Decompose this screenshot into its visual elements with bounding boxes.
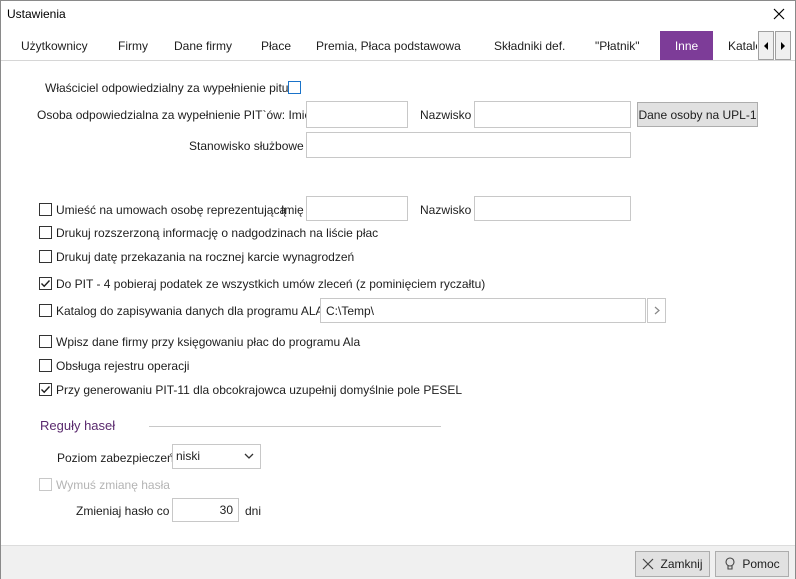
- rep-surname-input[interactable]: [474, 196, 631, 221]
- tab-companies[interactable]: Firmy: [118, 31, 158, 61]
- close-button[interactable]: Zamknij: [635, 551, 710, 577]
- change-password-every-label: Zmieniaj hasło co: [76, 504, 170, 518]
- lightbulb-icon: [725, 557, 735, 570]
- ala-directory-browse-button[interactable]: [647, 298, 666, 323]
- responsible-person-label: Osoba odpowiedzialna za wypełnienie PIT`…: [37, 108, 312, 122]
- tab-scroll-right-button[interactable]: [775, 31, 791, 60]
- help-button[interactable]: Pomoc: [715, 551, 789, 577]
- tab-bar: Użytkownicy Firmy Dane firmy Płace Premi…: [1, 31, 795, 61]
- operations-register-label[interactable]: Obsługa rejestru operacji: [56, 359, 189, 373]
- window-title: Ustawienia: [7, 7, 66, 21]
- pit4-checkbox[interactable]: [39, 277, 52, 290]
- days-label: dni: [245, 504, 262, 518]
- position-input[interactable]: [306, 132, 631, 158]
- tab-company-data[interactable]: Dane firmy: [174, 31, 240, 61]
- title-bar: Ustawienia: [1, 1, 795, 27]
- responsible-first-name-input[interactable]: [306, 101, 408, 128]
- ala-directory-label[interactable]: Katalog do zapisywania danych dla progra…: [56, 304, 327, 318]
- change-password-days-input[interactable]: [172, 498, 239, 522]
- representative-label[interactable]: Umieść na umowach osobę reprezentującą: [56, 203, 286, 217]
- owner-responsible-checkbox[interactable]: [288, 81, 301, 94]
- close-button-label: Zamknij: [660, 557, 703, 571]
- tab-defined-components[interactable]: Składniki def.: [494, 31, 574, 61]
- tab-other[interactable]: Inne: [660, 31, 713, 60]
- pit4-label[interactable]: Do PIT - 4 pobieraj podatek ze wszystkic…: [56, 277, 485, 291]
- arrow-left-icon: [764, 41, 768, 50]
- arrow-right-icon: [781, 41, 785, 50]
- tab-catalogs[interactable]: Katalo: [728, 31, 757, 61]
- chevron-down-icon: [244, 453, 254, 459]
- security-level-value: niski: [176, 449, 201, 463]
- checkmark-icon: [41, 386, 51, 394]
- overtime-checkbox[interactable]: [39, 226, 52, 239]
- tab-payroll[interactable]: Płace: [261, 31, 297, 61]
- upl1-person-data-button[interactable]: Dane osoby na UPL-1: [637, 102, 758, 127]
- checkmark-icon: [41, 280, 51, 288]
- position-label: Stanowisko służbowe: [189, 139, 304, 153]
- ala-company-data-label[interactable]: Wpisz dane firmy przy księgowaniu płac d…: [56, 335, 360, 349]
- help-button-label: Pomoc: [742, 557, 780, 571]
- handover-date-checkbox[interactable]: [39, 250, 52, 263]
- tab-bonus-base-pay[interactable]: Premia, Płaca podstawowa: [316, 31, 466, 61]
- representative-checkbox[interactable]: [39, 203, 52, 216]
- password-rules-divider: [149, 426, 441, 427]
- force-password-change-checkbox[interactable]: [39, 478, 52, 491]
- rep-first-name-input[interactable]: [306, 196, 408, 221]
- operations-register-checkbox[interactable]: [39, 359, 52, 372]
- force-password-change-label: Wymuś zmianę hasła: [56, 478, 170, 492]
- rep-first-name-label: Imię: [281, 203, 304, 217]
- responsible-surname-label: Nazwisko: [420, 108, 472, 122]
- rep-surname-label: Nazwisko: [420, 203, 472, 217]
- handover-date-label[interactable]: Drukuj datę przekazania na rocznej karci…: [56, 250, 354, 264]
- responsible-surname-input[interactable]: [474, 101, 631, 128]
- pit11-pesel-label[interactable]: Przy generowaniu PIT-11 dla obcokrajowca…: [56, 383, 462, 397]
- close-x-icon: [643, 558, 654, 570]
- ala-directory-checkbox[interactable]: [39, 304, 52, 317]
- close-icon: [773, 8, 785, 20]
- security-level-select[interactable]: niski: [172, 444, 261, 469]
- pit11-pesel-checkbox[interactable]: [39, 383, 52, 396]
- ala-company-data-checkbox[interactable]: [39, 335, 52, 348]
- settings-window: Ustawienia Użytkownicy Firmy Dane firmy …: [0, 0, 796, 579]
- window-close-button[interactable]: [769, 4, 789, 24]
- tab-scroll-left-button[interactable]: [758, 31, 774, 60]
- password-rules-title: Reguły haseł: [40, 418, 116, 433]
- ala-directory-input[interactable]: [320, 298, 646, 323]
- tab-platnik[interactable]: "Płatnik": [595, 31, 651, 61]
- overtime-label[interactable]: Drukuj rozszerzoną informację o nadgodzi…: [56, 226, 378, 240]
- tab-users[interactable]: Użytkownicy: [21, 31, 95, 61]
- security-level-label: Poziom zabezpieczeń: [57, 451, 174, 465]
- owner-responsible-label: Właściciel odpowiedzialny za wypełnienie…: [45, 81, 289, 95]
- chevron-right-icon: [654, 306, 660, 315]
